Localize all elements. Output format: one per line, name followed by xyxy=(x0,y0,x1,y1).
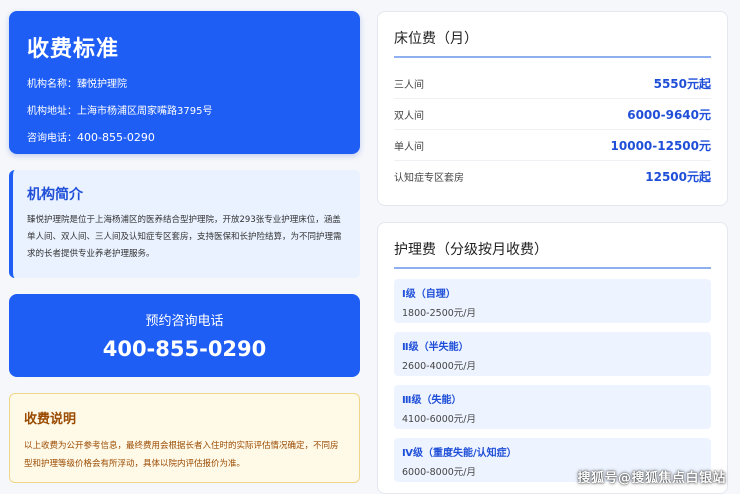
call-number[interactable]: 400-855-0290 xyxy=(9,337,360,361)
fee-note-text: 以上收费为公开参考信息，最终费用会根据长者入住时的实际评估情况确定，不同房型和护… xyxy=(24,441,339,469)
bed-fee-title: 床位费（月） xyxy=(394,28,711,58)
bed-price: 5550元起 xyxy=(653,76,711,91)
bed-type-label: 三人间 xyxy=(394,79,424,91)
intro-text: 臻悦护理院是位于上海杨浦区的医养结合型护理院，开放293张专业护理床位，涵盖单人… xyxy=(27,215,342,259)
care-level-item: Ⅲ级（失能） 4100-6000元/月 xyxy=(394,385,711,429)
call-button[interactable]: 预约咨询电话 400-855-0290 xyxy=(9,294,360,377)
bed-type-label: 认知症专区套房 xyxy=(394,173,464,184)
bed-fee-row: 三人间 5550元起 xyxy=(394,68,711,99)
bed-fee-row: 单人间 10000-12500元 xyxy=(394,130,711,161)
care-level-item: Ⅰ级（自理） 1800-2500元/月 xyxy=(394,279,711,323)
source-watermark: 搜狐号@搜狐焦点白银站 xyxy=(577,471,726,486)
header-card: 收费标准 机构名称：臻悦护理院 机构地址：上海市杨浦区周家嘴路3795号 咨询电… xyxy=(9,11,360,154)
intro-card: 机构简介 臻悦护理院是位于上海杨浦区的医养结合型护理院，开放293张专业护理床位… xyxy=(9,170,360,278)
consult-phone-line: 咨询电话：400-855-0290 xyxy=(27,129,342,144)
care-fee-title: 护理费（分级按月收费） xyxy=(394,239,711,269)
care-level-label: Ⅲ级（失能） xyxy=(402,395,462,406)
care-level-price: 2600-4000元/月 xyxy=(402,361,476,372)
bed-price: 10000-12500元 xyxy=(610,138,711,153)
care-level-label: Ⅱ级（半失能） xyxy=(402,342,469,353)
left-column: 收费标准 机构名称：臻悦护理院 机构地址：上海市杨浦区周家嘴路3795号 咨询电… xyxy=(9,11,360,483)
bed-fee-row: 双人间 6000-9640元 xyxy=(394,99,711,130)
care-level-price: 1800-2500元/月 xyxy=(402,308,476,319)
bed-fee-card: 床位费（月） 三人间 5550元起 双人间 6000-9640元 单人间 100… xyxy=(377,11,728,206)
consult-phone-number[interactable]: 400-855-0290 xyxy=(77,131,155,144)
bed-price: 6000-9640元 xyxy=(627,107,711,122)
bed-type-label: 单人间 xyxy=(394,141,424,153)
fee-note-title: 收费说明 xyxy=(24,412,77,427)
fee-note-card: 收费说明 以上收费为公开参考信息，最终费用会根据长者入住时的实际评估情况确定，不… xyxy=(9,393,360,483)
care-level-price: 4100-6000元/月 xyxy=(402,414,476,425)
care-level-item: Ⅱ级（半失能） 2600-4000元/月 xyxy=(394,332,711,376)
care-fee-card: 护理费（分级按月收费） Ⅰ级（自理） 1800-2500元/月 Ⅱ级（半失能） … xyxy=(377,222,728,494)
care-level-label: Ⅰ级（自理） xyxy=(402,289,456,300)
institution-name: 机构名称：臻悦护理院 xyxy=(27,79,127,90)
call-label: 预约咨询电话 xyxy=(145,314,224,329)
institution-address: 机构地址：上海市杨浦区周家嘴路3795号 xyxy=(27,106,213,117)
intro-title: 机构简介 xyxy=(27,187,83,203)
right-column: 床位费（月） 三人间 5550元起 双人间 6000-9640元 单人间 100… xyxy=(377,11,728,494)
bed-price: 12500元起 xyxy=(645,170,711,184)
page-title: 收费标准 xyxy=(27,37,120,62)
care-level-label: Ⅳ级（重度失能/认知症） xyxy=(402,448,517,459)
bed-fee-row: 认知症专区套房 12500元起 xyxy=(394,161,711,192)
bed-type-label: 双人间 xyxy=(394,110,424,122)
consult-phone-label: 咨询电话： xyxy=(27,133,77,144)
